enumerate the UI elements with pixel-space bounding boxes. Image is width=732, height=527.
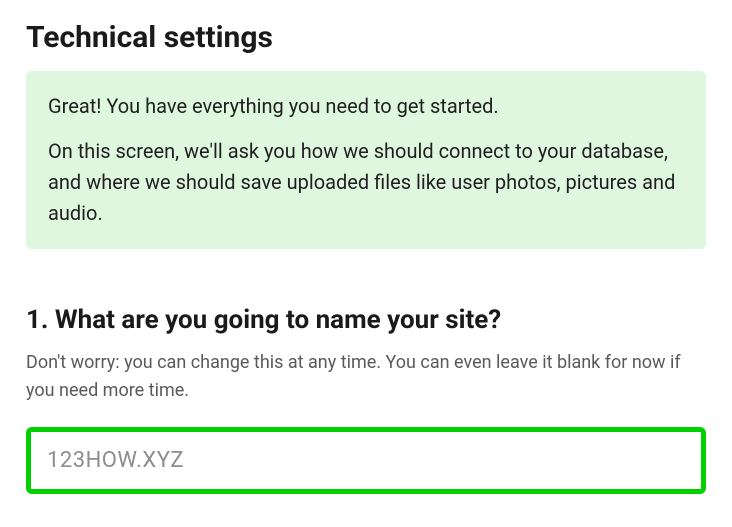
info-box: Great! You have everything you need to g… <box>26 71 706 249</box>
site-name-input-wrap <box>26 427 706 494</box>
site-name-input[interactable] <box>31 432 701 489</box>
question-1-description: Don't worry: you can change this at any … <box>26 349 706 405</box>
info-line-1: Great! You have everything you need to g… <box>48 91 684 122</box>
question-1-heading: 1. What are you going to name your site? <box>26 305 706 335</box>
info-line-2: On this screen, we'll ask you how we sho… <box>48 136 684 229</box>
page-title: Technical settings <box>26 20 706 55</box>
